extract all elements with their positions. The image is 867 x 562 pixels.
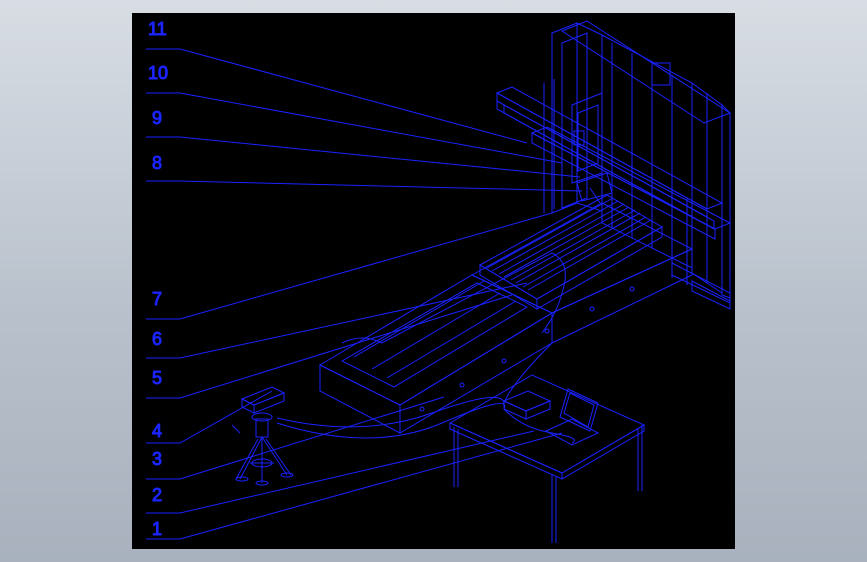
callout-2: 2 <box>152 485 162 505</box>
leader-8 <box>146 180 583 192</box>
cables <box>276 342 575 444</box>
cad-viewport[interactable]: 11 10 9 8 7 6 5 4 3 2 1 <box>132 13 735 549</box>
callout-labels: 11 10 9 8 7 6 5 4 3 2 1 <box>148 19 169 540</box>
callout-8: 8 <box>152 153 162 173</box>
laptop <box>544 388 600 446</box>
callout-7: 7 <box>152 289 162 309</box>
leader-3 <box>146 396 445 480</box>
callout-6: 6 <box>152 329 162 349</box>
laser-tracker-tripod <box>231 386 294 486</box>
gantry-frame <box>495 20 732 310</box>
callout-5: 5 <box>152 368 162 388</box>
callout-11: 11 <box>148 19 167 39</box>
callout-3: 3 <box>152 449 162 469</box>
leader-5 <box>146 294 513 399</box>
desk <box>448 374 646 543</box>
leader-9 <box>146 136 581 178</box>
leader-lines <box>146 48 583 540</box>
leader-1 <box>146 432 563 540</box>
callout-1: 1 <box>152 519 162 539</box>
callout-9: 9 <box>152 108 162 128</box>
leader-10 <box>146 92 563 164</box>
leader-6 <box>146 282 528 359</box>
callout-4: 4 <box>152 421 162 441</box>
callout-10: 10 <box>148 63 168 83</box>
machine-assembly-drawing: 11 10 9 8 7 6 5 4 3 2 1 <box>146 19 732 543</box>
leader-11 <box>146 48 528 144</box>
leader-4 <box>146 390 273 444</box>
